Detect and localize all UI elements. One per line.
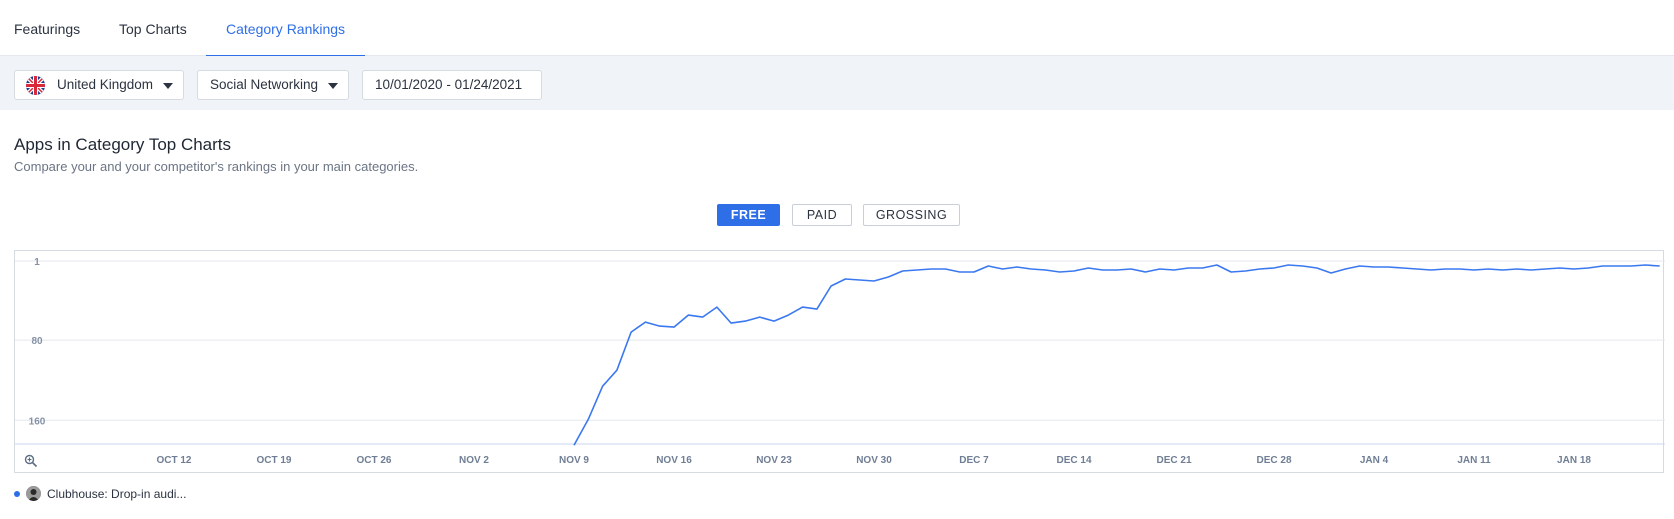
ranking-chart-svg: 1 80 160 OCT 12 OCT 19 OCT 26 NOV 2 NOV 9 NOV 16… <box>15 257 1665 466</box>
category-dropdown[interactable]: Social Networking <box>197 70 349 100</box>
country-label: United Kingdom <box>57 77 154 92</box>
tab-bar: Featurings Top Charts Category Rankings <box>0 0 1674 57</box>
legend-dot <box>14 491 20 497</box>
chevron-down-icon <box>328 83 338 89</box>
tab-paid[interactable]: PAID <box>792 204 852 226</box>
chevron-down-icon <box>163 83 173 89</box>
x-tick-label: NOV 9 <box>559 455 589 466</box>
x-tick-label: NOV 2 <box>459 455 489 466</box>
tab-grossing[interactable]: GROSSING <box>863 204 960 226</box>
series-line[interactable] <box>573 264 1660 446</box>
x-tick-label: DEC 14 <box>1056 455 1091 466</box>
zoom-icon[interactable] <box>24 454 38 468</box>
x-tick-label: JAN 11 <box>1457 455 1491 466</box>
x-tick-label: NOV 16 <box>656 455 692 466</box>
filter-bar: United Kingdom Social Networking 10/01/2… <box>0 56 1674 110</box>
tab-label: Featurings <box>14 21 81 37</box>
x-tick-label: NOV 30 <box>856 455 892 466</box>
x-tick-label: NOV 23 <box>756 455 792 466</box>
country-dropdown[interactable]: United Kingdom <box>14 70 184 100</box>
ranking-chart: 1 80 160 OCT 12 OCT 19 OCT 26 NOV 2 NOV 9 NOV 16… <box>14 250 1665 473</box>
section-title: Apps in Category Top Charts <box>14 135 232 154</box>
tab-label: Category Rankings <box>226 21 346 37</box>
tab-featurings[interactable]: Featurings <box>14 0 80 56</box>
x-tick-label: JAN 4 <box>1360 455 1389 466</box>
category-label: Social Networking <box>210 77 319 92</box>
tab-free[interactable]: FREE <box>717 204 780 226</box>
date-range-picker[interactable]: 10/01/2020 - 01/24/2021 <box>362 70 542 100</box>
x-tick-label: JAN 18 <box>1557 455 1591 466</box>
tab-top-charts[interactable]: Top Charts <box>119 0 187 56</box>
tab-category-rankings[interactable]: Category Rankings <box>206 0 366 57</box>
tab-label: Top Charts <box>119 21 187 37</box>
y-tick-label: 160 <box>29 416 46 427</box>
seg-label: PAID <box>806 208 838 222</box>
date-range-label: 10/01/2020 - 01/24/2021 <box>375 77 523 92</box>
x-tick-label: DEC 7 <box>959 455 989 466</box>
uk-flag-icon <box>26 76 45 95</box>
section-subtitle: Compare your and your competitor's ranki… <box>14 159 419 174</box>
x-tick-label: OCT 19 <box>256 455 291 466</box>
app-avatar <box>26 486 41 501</box>
legend-label[interactable]: Clubhouse: Drop-in audi... <box>47 487 186 501</box>
x-tick-label: DEC 21 <box>1156 455 1191 466</box>
y-tick-label: 1 <box>34 257 40 268</box>
x-tick-label: DEC 28 <box>1256 455 1291 466</box>
y-tick-label: 80 <box>31 336 43 347</box>
seg-label: GROSSING <box>875 208 948 222</box>
x-tick-label: OCT 12 <box>156 455 191 466</box>
x-tick-label: OCT 26 <box>356 455 391 466</box>
seg-label: FREE <box>730 208 767 222</box>
